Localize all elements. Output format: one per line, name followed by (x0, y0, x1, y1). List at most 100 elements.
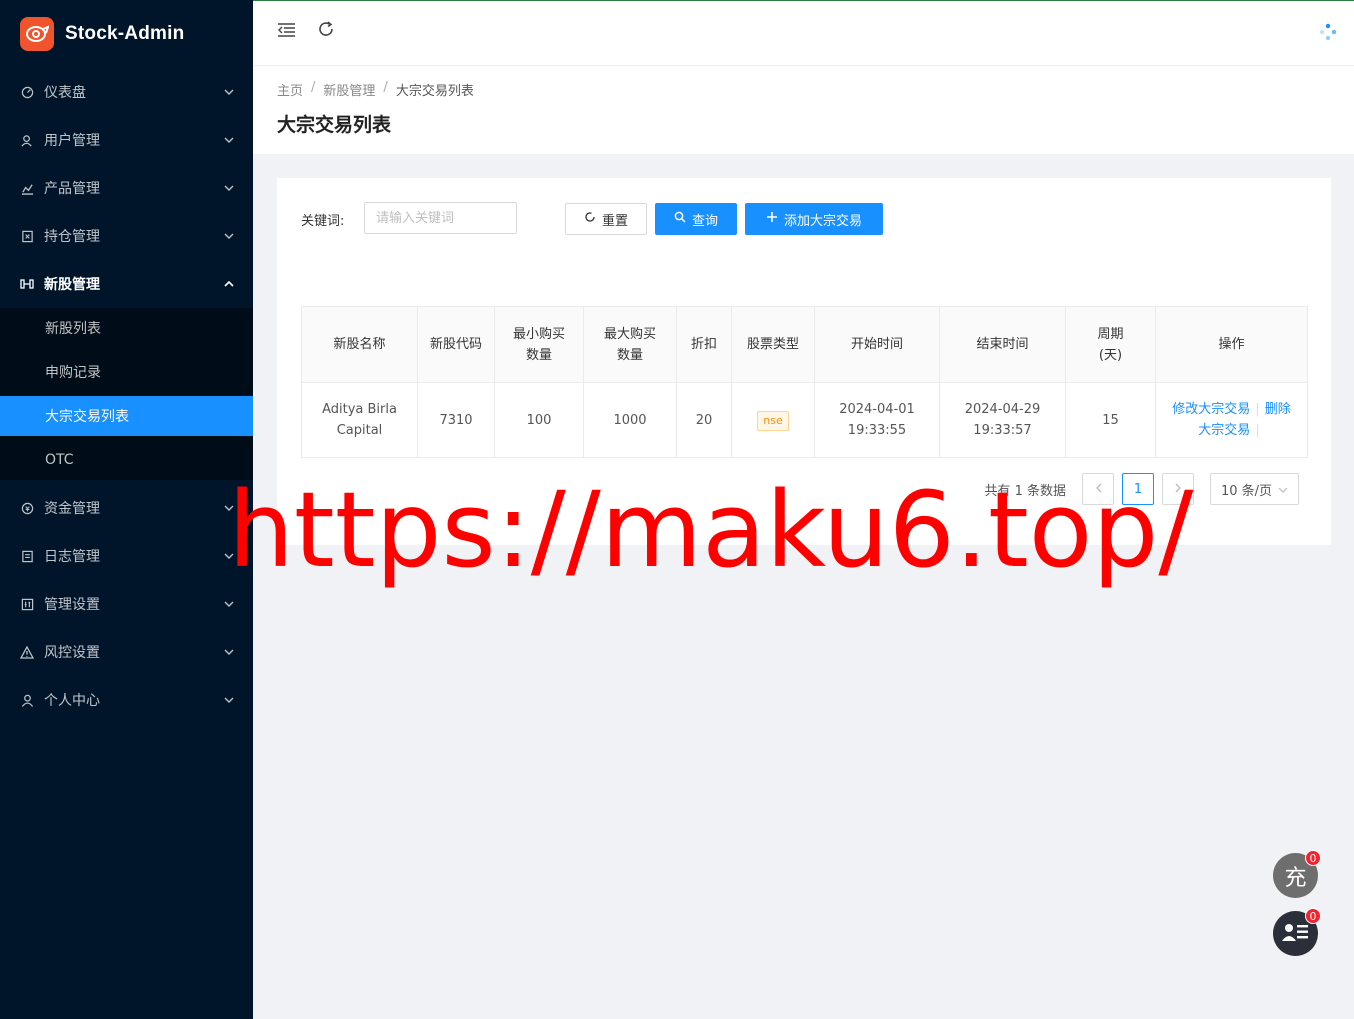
refresh-button[interactable] (315, 20, 337, 42)
menu-fold-icon (277, 22, 296, 42)
sidebar-item-products[interactable]: 产品管理 (0, 164, 253, 212)
breadcrumb-ipo-management[interactable]: 新股管理 (323, 80, 375, 99)
chevron-down-icon (223, 230, 235, 242)
chevron-down-icon (223, 598, 235, 610)
col-header-name: 新股名称 (301, 306, 418, 383)
breadcrumb: 主页 / 新股管理 / 大宗交易列表 (277, 80, 474, 99)
logo-icon (20, 17, 54, 51)
cell-max-qty: 1000 (583, 382, 677, 458)
sidebar-item-otc[interactable]: OTC (0, 440, 253, 480)
col-header-start-time: 开始时间 (814, 306, 940, 383)
recharge-float-button[interactable]: 充 0 (1273, 850, 1321, 898)
table-header-row: 新股名称 新股代码 最小购买数量 最大购买数量 折扣 股票类型 开始时间 结束时… (301, 306, 1308, 383)
sidebar-item-risk-settings[interactable]: 风控设置 (0, 628, 253, 676)
breadcrumb-current: 大宗交易列表 (395, 84, 474, 99)
sidebar-item-block-trade-list[interactable]: 大宗交易列表 (0, 396, 253, 436)
log-icon (20, 549, 34, 563)
search-icon (674, 211, 686, 227)
chevron-down-icon (223, 182, 235, 194)
reset-button-label: 重置 (601, 213, 628, 229)
query-button[interactable]: 查询 (655, 203, 737, 235)
cell-name: Aditya Birla Capital (301, 382, 418, 458)
reset-button[interactable]: 重置 (565, 203, 647, 235)
users-icon (20, 133, 34, 147)
sidebar-item-ipo[interactable]: 新股管理 (0, 260, 253, 308)
sidebar-item-label: 日志管理 (44, 549, 100, 565)
sidebar-item-admin-settings[interactable]: 管理设置 (0, 580, 253, 628)
user-list-float-button[interactable]: 0 (1273, 908, 1321, 956)
chevron-up-icon (223, 278, 235, 290)
col-header-stock-type: 股票类型 (731, 306, 815, 383)
sidebar-item-label: 个人中心 (44, 693, 100, 709)
breadcrumb-separator: / (311, 80, 316, 95)
ipo-icon (20, 277, 34, 291)
page-size-select[interactable]: 10 条/页 (1210, 473, 1299, 505)
settings-icon (20, 597, 34, 611)
keyword-input[interactable] (364, 202, 517, 234)
sidebar-item-label: 管理设置 (44, 597, 100, 613)
sidebar-item-logs[interactable]: 日志管理 (0, 532, 253, 580)
cell-code: 7310 (417, 382, 495, 458)
col-header-min-qty: 最小购买数量 (494, 306, 584, 383)
top-header (253, 0, 1354, 66)
submenu-ipo: 新股列表 申购记录 大宗交易列表 OTC (0, 308, 253, 480)
sidebar-item-label: 产品管理 (44, 181, 100, 197)
cell-min-qty: 100 (494, 382, 584, 458)
col-header-actions: 操作 (1155, 306, 1308, 383)
cell-start-time: 2024-04-01 19:33:55 (814, 382, 940, 458)
logo[interactable]: Stock-Admin (0, 0, 253, 68)
table-row: Aditya Birla Capital 7310 100 1000 20 ns… (301, 382, 1308, 458)
page-title: 大宗交易列表 (277, 114, 392, 136)
cell-actions: 修改大宗交易 | 删除大宗交易 | (1155, 382, 1308, 458)
breadcrumb-home[interactable]: 主页 (277, 80, 303, 99)
action-separator: | (1255, 402, 1260, 417)
cell-stock-type: nse (731, 382, 815, 458)
sidebar-item-subscription-records[interactable]: 申购记录 (0, 352, 253, 392)
col-header-period: 周期(天) (1065, 306, 1156, 383)
recharge-badge: 0 (1305, 850, 1321, 866)
sidebar-item-label: 新股管理 (44, 277, 100, 293)
cell-end-time: 2024-04-29 19:33:57 (939, 382, 1066, 458)
sidebar-item-label: 仪表盘 (44, 85, 86, 101)
sidebar-item-positions[interactable]: 持仓管理 (0, 212, 253, 260)
sidebar-item-profile[interactable]: 个人中心 (0, 676, 253, 724)
edit-block-trade-link[interactable]: 修改大宗交易 (1172, 402, 1250, 417)
col-header-max-qty: 最大购买数量 (583, 306, 677, 383)
stock-type-tag: nse (757, 410, 789, 431)
sidebar-item-label: 用户管理 (44, 133, 100, 149)
cell-period: 15 (1065, 382, 1156, 458)
collapse-menu-button[interactable] (275, 21, 297, 43)
sidebar-item-label: 资金管理 (44, 501, 100, 517)
warning-icon (20, 645, 34, 659)
app-title: Stock-Admin (65, 23, 185, 44)
funds-icon (20, 501, 34, 515)
chart-icon (20, 181, 34, 195)
sidebar-item-users[interactable]: 用户管理 (0, 116, 253, 164)
loading-dots-indicator (1317, 23, 1339, 45)
refresh-icon (317, 20, 335, 42)
query-button-label: 查询 (691, 213, 718, 229)
user-icon (20, 693, 34, 707)
sidebar-item-dashboard[interactable]: 仪表盘 (0, 68, 253, 116)
sidebar-item-funds[interactable]: 资金管理 (0, 484, 253, 532)
sidebar-item-ipo-list[interactable]: 新股列表 (0, 308, 253, 348)
sidebar: Stock-Admin 仪表盘 用户管理 产品管理 持仓管理 新股管理 新股列表… (0, 0, 253, 1019)
page-header: 主页 / 新股管理 / 大宗交易列表 大宗交易列表 (253, 66, 1354, 154)
cell-discount: 20 (676, 382, 732, 458)
chevron-down-icon (223, 134, 235, 146)
page-size-value: 10 条/页 (1221, 483, 1273, 499)
user-list-icon (1281, 921, 1310, 947)
chevron-down-icon (1278, 482, 1288, 497)
dashboard-icon (20, 85, 34, 99)
recharge-float-label: 充 (1284, 865, 1307, 891)
col-header-discount: 折扣 (676, 306, 732, 383)
user-list-badge: 0 (1305, 908, 1321, 924)
block-trade-table: 新股名称 新股代码 最小购买数量 最大购买数量 折扣 股票类型 开始时间 结束时… (301, 306, 1308, 458)
chevron-down-icon (223, 646, 235, 658)
add-block-trade-button[interactable]: 添加大宗交易 (745, 203, 883, 235)
col-header-end-time: 结束时间 (939, 306, 1066, 383)
plus-icon (766, 211, 778, 227)
sidebar-item-label: 风控设置 (44, 645, 100, 661)
sidebar-item-label: 持仓管理 (44, 229, 100, 245)
watermark-text: https://maku6.top/ (228, 469, 1194, 591)
